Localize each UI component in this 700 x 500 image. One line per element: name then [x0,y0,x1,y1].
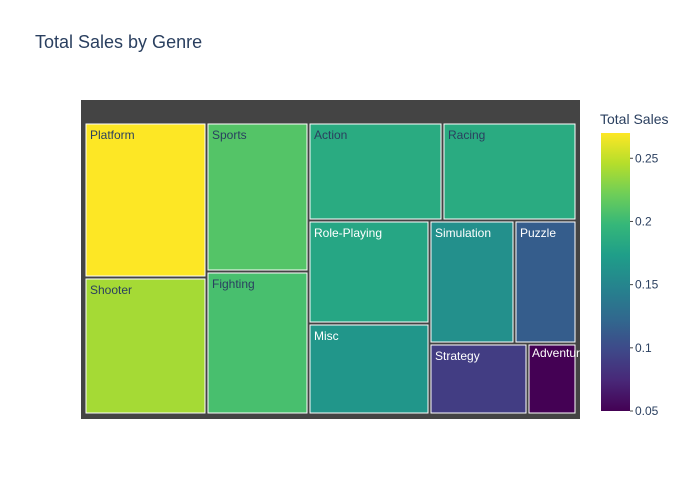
tile-simulation[interactable] [430,221,514,343]
tile-shooter[interactable] [85,278,206,414]
colorbar-tick-label: 0.05 [635,404,659,418]
tile-label-puzzle: Puzzle [520,226,556,240]
tile-label-adventure: Adventure [532,346,587,360]
colorbar-tick-label: 0.15 [635,278,659,292]
colorbar-title: Total Sales [600,111,668,127]
tile-label-simulation: Simulation [435,226,491,240]
tile-label-strategy: Strategy [435,349,480,363]
colorbar-tick-label: 0.25 [635,151,659,165]
colorbar-gradient [601,133,630,411]
tile-label-platform: Platform [90,128,135,142]
treemap-chart: Platform Shooter Sports Fighting Action Racin… [81,100,668,419]
tile-label-role-playing: Role-Playing [314,226,382,240]
tile-label-shooter: Shooter [90,283,132,297]
tile-label-action: Action [314,128,347,142]
tile-sports[interactable] [207,123,308,271]
tile-platform[interactable] [85,123,206,277]
colorbar-tick-label: 0.2 [635,214,652,228]
tile-label-sports: Sports [212,128,247,142]
colorbar-tick-label: 0.1 [635,341,652,355]
tile-label-misc: Misc [314,329,339,343]
tile-label-racing: Racing [448,128,485,142]
tile-label-fighting: Fighting [212,277,255,291]
tile-fighting[interactable] [207,272,308,414]
colorbar: Total Sales 0.25 0.2 0.15 0.1 0.05 [600,111,668,418]
tile-puzzle[interactable] [515,221,576,343]
